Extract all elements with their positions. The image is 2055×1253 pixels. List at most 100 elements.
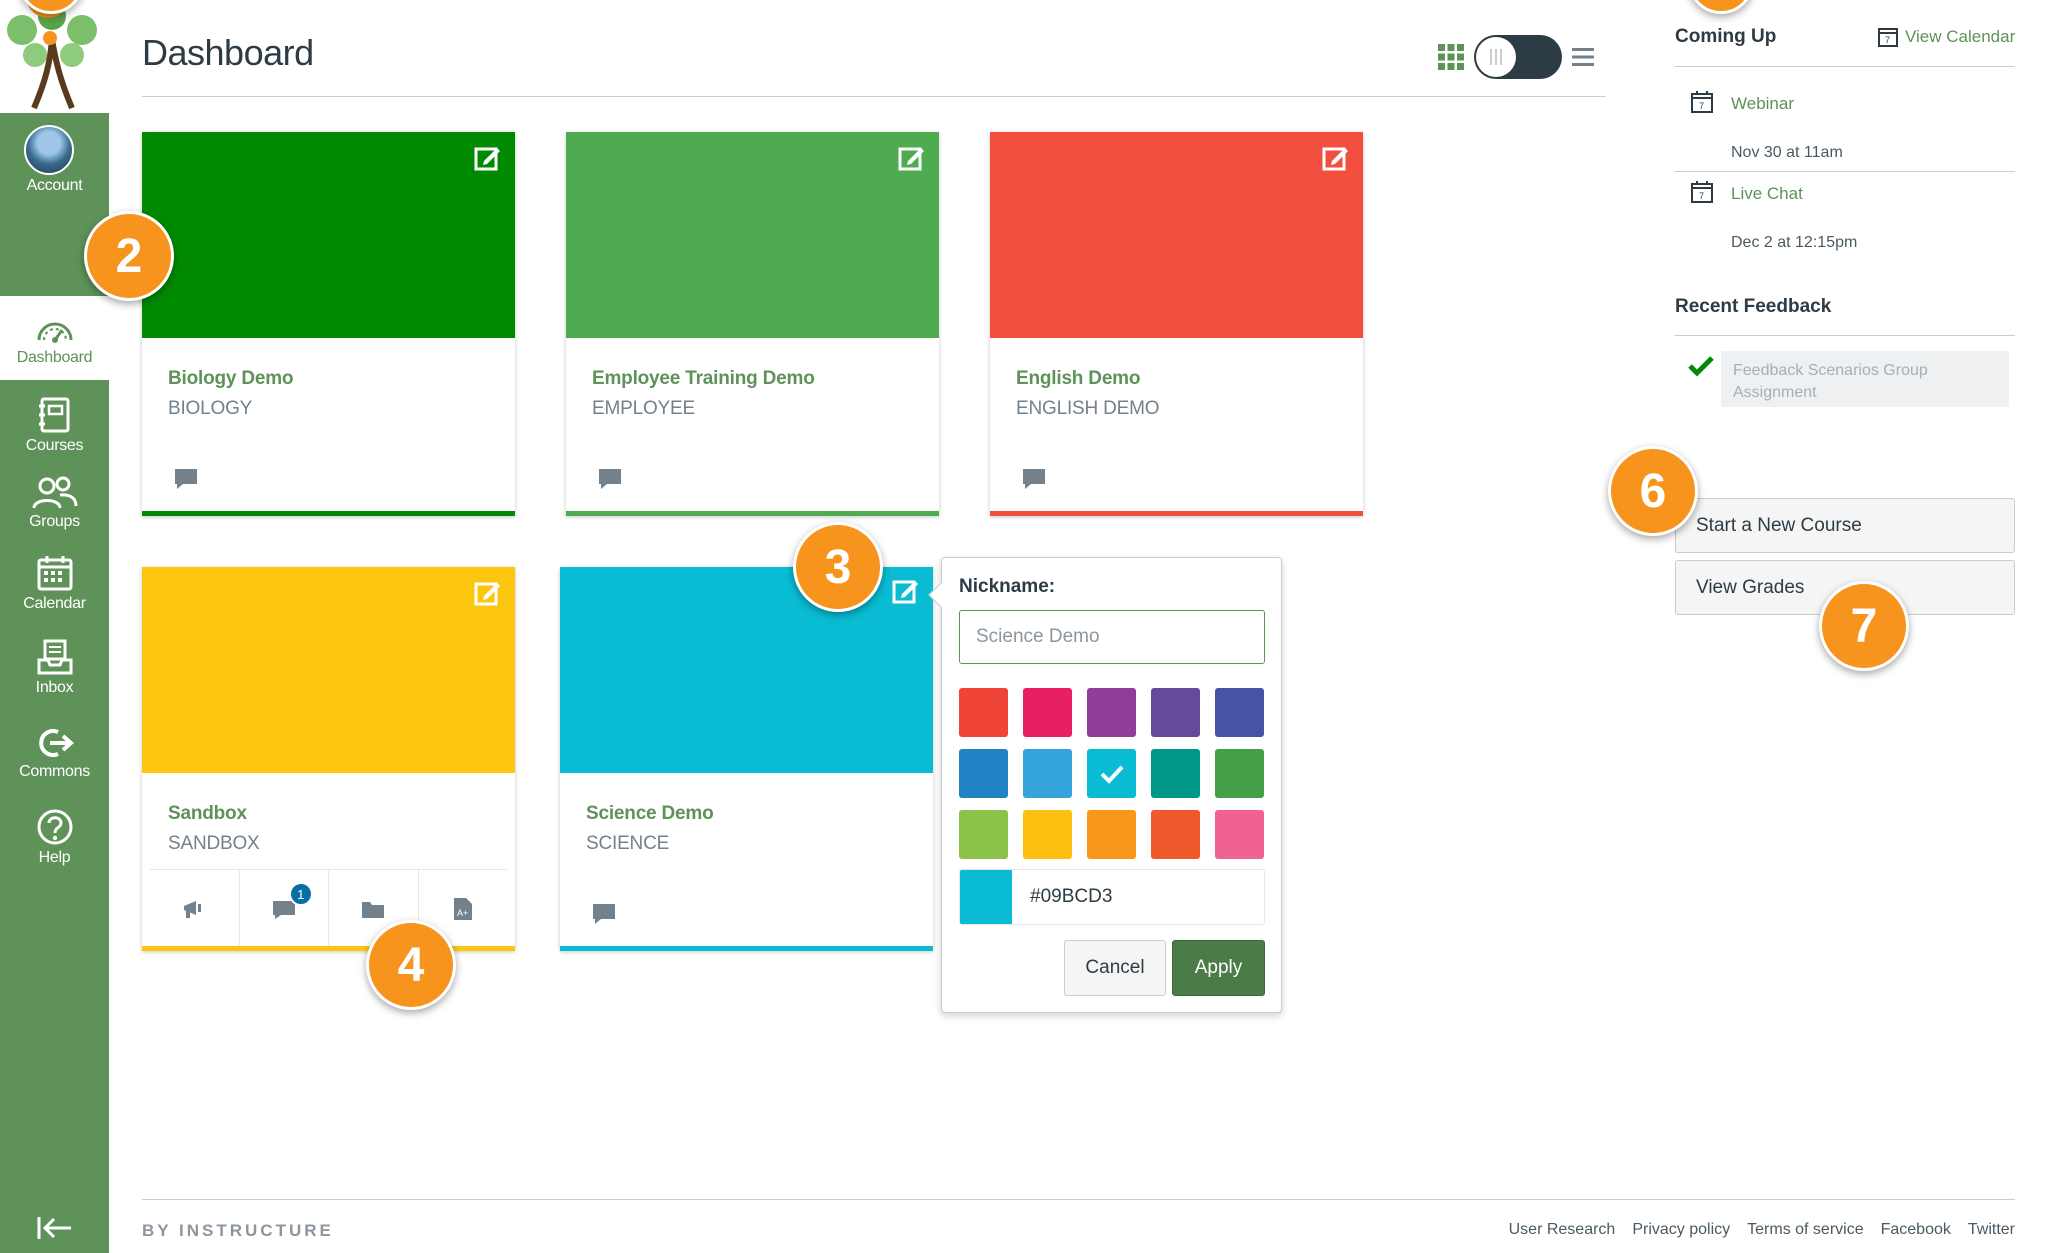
- nav-item-courses[interactable]: Courses: [0, 396, 109, 455]
- view-calendar-link[interactable]: 7 View Calendar: [1877, 26, 2015, 48]
- calendar-icon: [37, 556, 72, 591]
- edit-card-icon[interactable]: [1321, 144, 1349, 172]
- card-hero[interactable]: [990, 132, 1363, 338]
- course-card-science[interactable]: Science Demo SCIENCE: [560, 567, 933, 951]
- course-name[interactable]: Science Demo: [586, 803, 714, 825]
- footer-link-facebook[interactable]: Facebook: [1881, 1221, 1951, 1239]
- course-card-employee[interactable]: Employee Training Demo EMPLOYEE: [566, 132, 939, 516]
- discussion-icon[interactable]: [598, 468, 622, 490]
- nav-item-commons[interactable]: Commons: [0, 726, 109, 781]
- feedback-item[interactable]: Feedback Scenarios Group Assignment: [1721, 351, 2009, 407]
- nav-item-label: Commons: [19, 763, 90, 780]
- course-name[interactable]: Employee Training Demo: [592, 368, 815, 390]
- edit-card-icon[interactable]: [891, 577, 919, 605]
- color-swatch[interactable]: [1023, 688, 1072, 737]
- card-hero[interactable]: [142, 567, 515, 773]
- card-view-icon[interactable]: [1438, 44, 1464, 75]
- color-swatch[interactable]: [1151, 810, 1200, 859]
- nav-item-label: Calendar: [23, 595, 86, 612]
- announcements-link[interactable]: [150, 870, 240, 947]
- color-swatch[interactable]: [1087, 749, 1136, 798]
- hex-color-input[interactable]: #09BCD3: [1030, 886, 1112, 908]
- edit-card-icon[interactable]: [473, 144, 501, 172]
- course-card-english[interactable]: English Demo ENGLISH DEMO: [990, 132, 1363, 516]
- event-title[interactable]: Live Chat: [1731, 184, 1803, 204]
- color-swatch[interactable]: [1215, 688, 1264, 737]
- list-view-icon[interactable]: [1572, 46, 1594, 73]
- header-divider: [142, 96, 1606, 97]
- course-name[interactable]: Sandbox: [168, 803, 247, 825]
- nickname-input[interactable]: [959, 610, 1265, 664]
- color-swatch[interactable]: [1215, 749, 1264, 798]
- card-color-bar: [142, 511, 515, 516]
- callout-marker-4: 4: [366, 920, 456, 1010]
- coming-up-heading: Coming Up: [1675, 26, 1777, 47]
- card-action-bar: 1 A+: [150, 869, 507, 947]
- nav-item-dashboard[interactable]: Dashboard: [0, 296, 109, 380]
- edit-card-icon[interactable]: [897, 144, 925, 172]
- discussion-icon[interactable]: [174, 468, 198, 490]
- avatar: [24, 125, 74, 175]
- cancel-button[interactable]: Cancel: [1064, 940, 1166, 996]
- event-date: Nov 30 at 11am: [1731, 144, 1843, 161]
- commons-icon: [38, 729, 74, 757]
- footer-link-terms[interactable]: Terms of service: [1747, 1221, 1863, 1239]
- course-card-sandbox[interactable]: Sandbox SANDBOX 1 A+: [142, 567, 515, 951]
- hex-color-field[interactable]: #09BCD3: [959, 869, 1265, 925]
- course-name[interactable]: English Demo: [1016, 368, 1140, 390]
- color-swatch[interactable]: [1087, 688, 1136, 737]
- footer-link-twitter[interactable]: Twitter: [1968, 1221, 2015, 1239]
- footer-links: User Research Privacy policy Terms of se…: [1509, 1221, 2015, 1239]
- collapse-nav-button[interactable]: [0, 1214, 109, 1245]
- card-hero[interactable]: [566, 132, 939, 338]
- start-new-course-button[interactable]: Start a New Course: [1675, 498, 2015, 553]
- color-swatch[interactable]: [959, 688, 1008, 737]
- edit-card-icon[interactable]: [473, 579, 501, 607]
- svg-text:7: 7: [1885, 35, 1890, 45]
- color-swatch[interactable]: [1215, 810, 1264, 859]
- nav-item-label: Courses: [25, 437, 84, 454]
- footer-brand[interactable]: BY INSTRUCTURE: [142, 1221, 334, 1241]
- nav-item-label: Dashboard: [16, 349, 93, 366]
- callout-marker-7: 7: [1819, 581, 1909, 671]
- view-calendar-label: View Calendar: [1905, 27, 2016, 46]
- assignment-icon: A+: [453, 897, 472, 920]
- color-swatch[interactable]: [1151, 688, 1200, 737]
- color-swatch[interactable]: [1023, 810, 1072, 859]
- divider: [1675, 66, 2015, 67]
- help-icon: [37, 809, 72, 845]
- footer-divider: [142, 1199, 2015, 1200]
- announcement-icon: [184, 900, 202, 918]
- course-name[interactable]: Biology Demo: [168, 368, 294, 390]
- dashboard-view-toggle[interactable]: [1474, 35, 1562, 79]
- nav-item-help[interactable]: Help: [0, 808, 109, 867]
- discussion-icon[interactable]: [592, 903, 616, 925]
- calendar-icon: 7: [1878, 28, 1898, 47]
- calendar-icon: 7: [1691, 91, 1713, 113]
- footer-link-user-research[interactable]: User Research: [1509, 1221, 1616, 1239]
- card-hero[interactable]: [560, 567, 933, 773]
- divider: [1675, 171, 2015, 172]
- apply-button[interactable]: Apply: [1172, 940, 1265, 996]
- card-hero[interactable]: [142, 132, 515, 338]
- footer-link-privacy[interactable]: Privacy policy: [1632, 1221, 1730, 1239]
- course-card-biology[interactable]: Biology Demo BIOLOGY: [142, 132, 515, 516]
- discussions-link[interactable]: 1: [240, 870, 329, 947]
- discussion-icon[interactable]: [1022, 468, 1046, 490]
- nav-item-groups[interactable]: Groups: [0, 476, 109, 531]
- event-title[interactable]: Webinar: [1731, 94, 1794, 114]
- event-date: Dec 2 at 12:15pm: [1731, 234, 1858, 251]
- collapse-nav-icon: [37, 1217, 71, 1239]
- color-swatch[interactable]: [959, 749, 1008, 798]
- color-swatch[interactable]: [1023, 749, 1072, 798]
- institution-logo[interactable]: [0, 0, 109, 113]
- toggle-knob: [1476, 37, 1516, 77]
- color-swatch[interactable]: [1087, 810, 1136, 859]
- nav-item-inbox[interactable]: Inbox: [0, 638, 109, 697]
- card-color-bar: [142, 946, 515, 951]
- color-swatch[interactable]: [959, 810, 1008, 859]
- color-swatch[interactable]: [1151, 749, 1200, 798]
- color-swatch-grid: [959, 688, 1269, 859]
- nav-item-calendar[interactable]: Calendar: [0, 554, 109, 613]
- callout-marker-3: 3: [793, 522, 883, 612]
